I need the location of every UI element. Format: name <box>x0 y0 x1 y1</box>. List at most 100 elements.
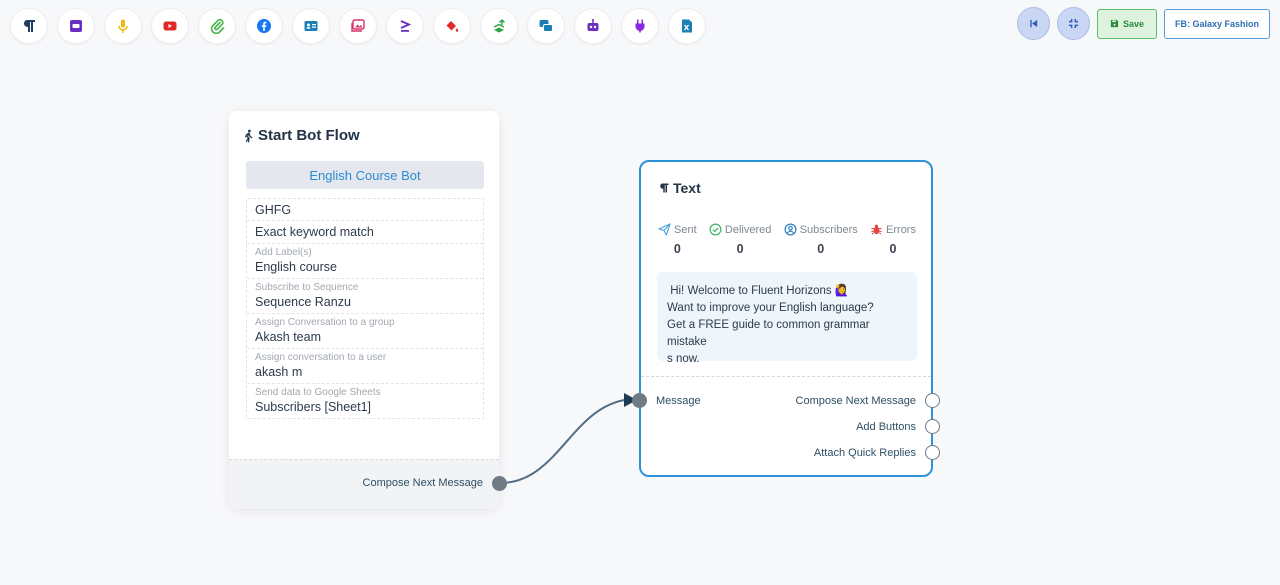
property-label: Add Label(s) <box>255 247 312 258</box>
property-label: Subscribe to Sequence <box>255 282 359 293</box>
stat-sent: Sent 0 <box>658 223 697 256</box>
youtube-icon <box>163 21 177 31</box>
contact-tool-button[interactable] <box>292 8 330 44</box>
card-icon <box>70 20 82 32</box>
video-tool-button[interactable] <box>151 8 189 44</box>
property-label: Assign conversation to a user <box>255 352 387 363</box>
compose-next-message-output-label: Compose Next Message <box>795 395 916 407</box>
property-label: Assign Conversation to a group <box>255 317 395 328</box>
message-line: Get a FREE guide to common grammar mista… <box>667 319 870 348</box>
stat-value: 0 <box>673 242 681 256</box>
property-row: Assign Conversation to a group Akash tea… <box>247 314 483 349</box>
start-bot-flow-node[interactable]: Start Bot Flow English Course Bot GHFG E… <box>229 111 507 509</box>
start-output-port[interactable] <box>492 476 507 491</box>
start-node-title-text: Start Bot Flow <box>258 127 360 144</box>
walking-person-icon <box>245 129 253 142</box>
element-toolbar <box>10 8 706 44</box>
stat-value: 0 <box>889 242 897 256</box>
property-value: Subscribers [Sheet1] <box>255 400 372 414</box>
paperclip-icon <box>210 18 225 34</box>
fit-view-button[interactable] <box>1056 7 1090 40</box>
start-node-properties: GHFG Exact keyword match Add Label(s) En… <box>246 198 484 419</box>
message-line: Hi! Welcome to Fluent Horizons 🙋‍♀️ <box>667 285 850 297</box>
save-label: Save <box>1122 18 1144 29</box>
compose-next-message-output-label: Compose Next Message <box>362 477 483 489</box>
message-line: s now. <box>667 353 700 365</box>
compress-icon <box>1068 18 1079 29</box>
property-value: GHFG <box>255 203 292 217</box>
contact-card-icon <box>304 21 318 31</box>
stat-value: 0 <box>817 242 825 256</box>
stat-label: Errors <box>886 223 916 236</box>
paragraph-icon <box>660 183 669 193</box>
property-row: Subscribe to Sequence Sequence Ranzu <box>247 279 483 314</box>
message-stats: Sent 0 Delivered 0 Subscribers 0 Errors … <box>658 223 916 256</box>
property-row: Exact keyword match <box>247 221 483 244</box>
property-row: Add Label(s) English course <box>247 244 483 279</box>
property-label: Send data to Google Sheets <box>255 387 381 398</box>
bot-name-field[interactable]: English Course Bot <box>246 161 484 189</box>
stat-value: 0 <box>736 242 744 256</box>
facebook-icon <box>257 19 271 33</box>
gallery-tool-button[interactable] <box>339 8 377 44</box>
check-circle-icon <box>709 223 722 236</box>
save-button[interactable]: Save <box>1096 8 1157 39</box>
message-input-port[interactable] <box>632 393 647 408</box>
integration-tool-button[interactable] <box>621 8 659 44</box>
attach-quick-replies-output-label: Attach Quick Replies <box>813 447 916 459</box>
canvas-controls: Save FB: Galaxy Fashion <box>1016 7 1270 40</box>
card-tool-button[interactable] <box>57 8 95 44</box>
text-message-node[interactable]: Text Sent 0 Delivered 0 Subscribers 0 Er… <box>632 160 940 477</box>
action-tool-button[interactable] <box>433 8 471 44</box>
property-row: Assign conversation to a user akash m <box>247 349 483 384</box>
text-node-title-text: Text <box>673 180 701 196</box>
robot-icon <box>587 19 599 31</box>
node-divider <box>641 376 931 377</box>
page-label: FB: Galaxy Fashion <box>1174 18 1259 29</box>
facebook-tool-button[interactable] <box>245 8 283 44</box>
property-row: Send data to Google Sheets Subscribers [… <box>247 384 483 418</box>
greater-equal-icon <box>400 20 412 32</box>
stat-errors: Errors 0 <box>870 223 916 256</box>
property-row: GHFG <box>247 199 483 221</box>
file-tool-button[interactable] <box>198 8 236 44</box>
paragraph-tool-button[interactable] <box>10 8 48 44</box>
attach-quick-replies-port[interactable] <box>925 445 940 460</box>
excel-tool-button[interactable] <box>668 8 706 44</box>
excel-file-icon <box>682 19 692 33</box>
page-selector-button[interactable]: FB: Galaxy Fashion <box>1163 8 1270 39</box>
message-line: Want to improve your English language? <box>667 302 874 314</box>
stat-subscribers: Subscribers 0 <box>784 223 858 256</box>
user-circle-icon <box>784 223 797 236</box>
property-value: Akash team <box>255 330 322 344</box>
stat-label: Sent <box>674 223 697 236</box>
send-icon <box>658 223 671 236</box>
condition-tool-button[interactable] <box>386 8 424 44</box>
text-node-title: Text <box>658 180 701 196</box>
bug-icon <box>871 224 882 235</box>
microphone-icon <box>118 19 128 33</box>
start-node-title: Start Bot Flow <box>244 127 360 144</box>
audio-tool-button[interactable] <box>104 8 142 44</box>
paint-bucket-icon <box>446 21 459 32</box>
add-buttons-port[interactable] <box>925 419 940 434</box>
stat-label: Subscribers <box>799 223 858 236</box>
message-preview[interactable]: Hi! Welcome to Fluent Horizons 🙋‍♀️ Want… <box>657 272 917 365</box>
go-to-start-button[interactable] <box>1016 7 1050 40</box>
messages-icon <box>539 20 553 32</box>
property-value: Sequence Ranzu <box>255 295 351 309</box>
messages-tool-button[interactable] <box>527 8 565 44</box>
stat-delivered: Delivered 0 <box>709 223 771 256</box>
gallery-icon <box>351 19 365 32</box>
compose-next-message-port[interactable] <box>925 393 940 408</box>
property-value: akash m <box>255 365 303 379</box>
stat-label: Delivered <box>724 223 772 236</box>
add-buttons-output-label: Add Buttons <box>856 421 916 433</box>
skip-back-icon <box>1030 19 1038 28</box>
message-input-label: Message <box>656 395 701 407</box>
stack-icon <box>493 19 505 33</box>
plug-icon <box>635 19 645 33</box>
ai-bot-tool-button[interactable] <box>574 8 612 44</box>
sequence-tool-button[interactable] <box>480 8 518 44</box>
paragraph-icon <box>24 20 35 32</box>
